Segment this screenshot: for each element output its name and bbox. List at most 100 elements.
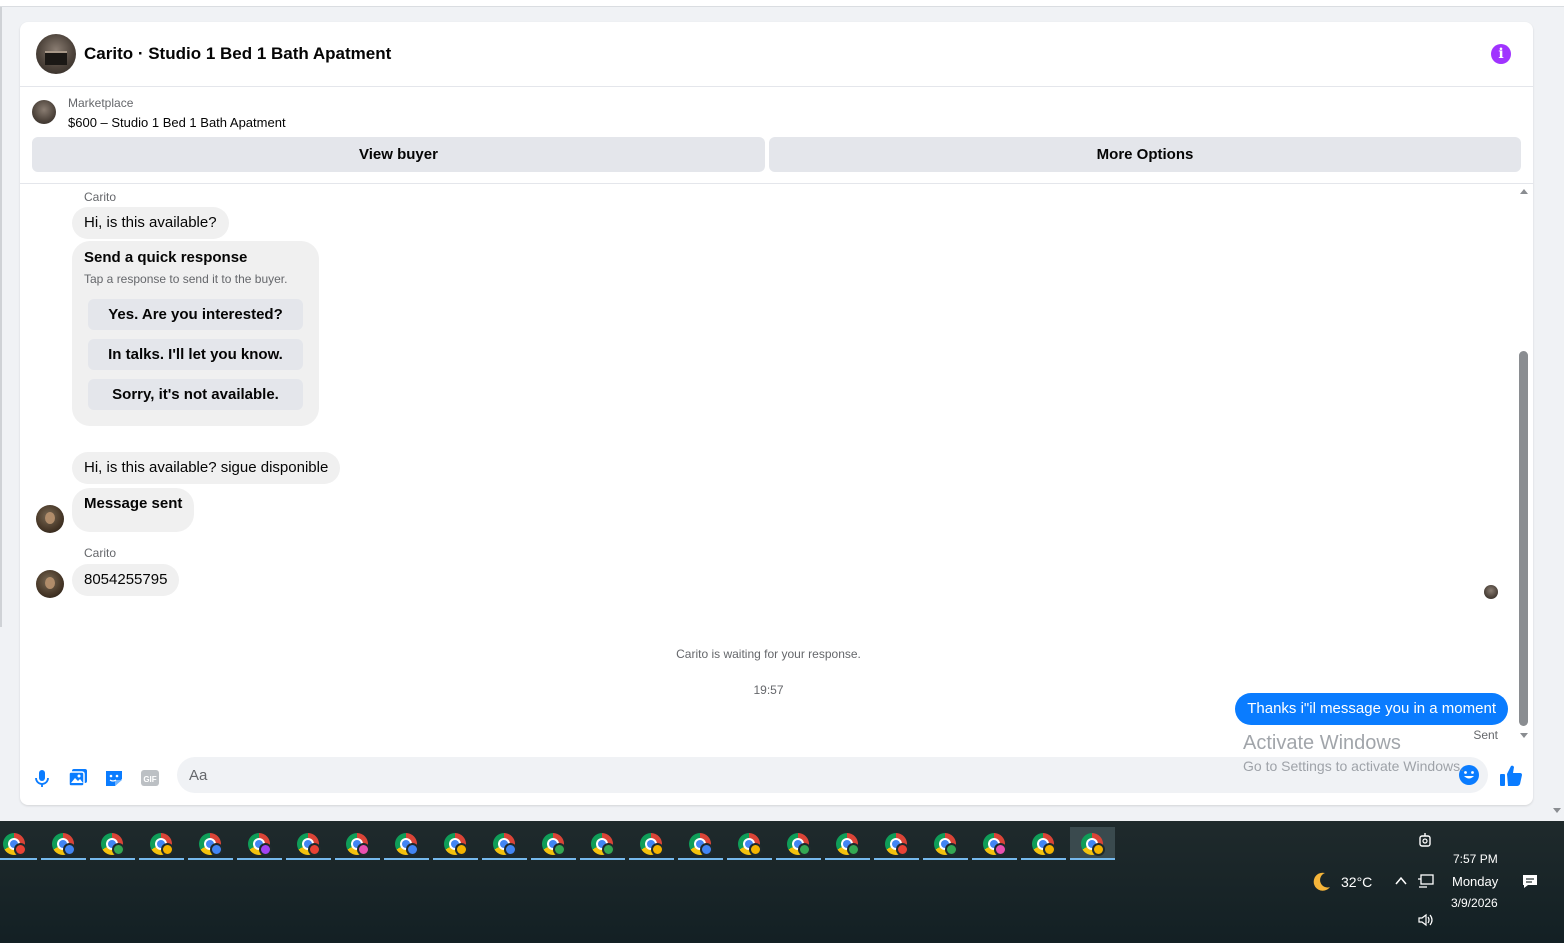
taskbar-chrome-window[interactable] <box>776 827 821 860</box>
quick-response-option[interactable]: Yes. Are you interested? <box>88 299 303 330</box>
network-icon[interactable] <box>1417 873 1435 889</box>
listing-thumbnail[interactable] <box>32 100 56 124</box>
thumbs-up-icon[interactable] <box>1498 763 1524 789</box>
quick-response-option[interactable]: In talks. I'll let you know. <box>88 339 303 370</box>
profile-badge-icon <box>455 843 468 856</box>
profile-badge-icon <box>651 843 664 856</box>
page-scrollbar[interactable] <box>1553 7 1564 820</box>
activate-windows-subtitle: Go to Settings to activate Windows. <box>1243 758 1464 774</box>
microphone-icon[interactable] <box>31 767 53 789</box>
profile-badge-icon <box>847 843 860 856</box>
profile-badge-icon <box>259 843 272 856</box>
profile-badge-icon <box>1043 843 1056 856</box>
taskbar-chrome-window[interactable] <box>237 827 282 860</box>
taskbar-chrome-window[interactable] <box>1021 827 1066 860</box>
incoming-message[interactable]: Hi, is this available? sigue disponible <box>72 452 341 484</box>
quick-response-option[interactable]: Sorry, it's not available. <box>88 379 303 410</box>
listing-title[interactable]: $600 – Studio 1 Bed 1 Bath Apatment <box>68 115 286 130</box>
profile-badge-icon <box>112 843 125 856</box>
profile-badge-icon <box>14 843 27 856</box>
conversation-title[interactable]: Carito · Studio 1 Bed 1 Bath Apatment <box>84 44 391 64</box>
taskbar-chrome-window[interactable] <box>433 827 478 860</box>
taskbar-chrome-window[interactable] <box>727 827 772 860</box>
waiting-notice: Carito is waiting for your response. <box>676 647 861 661</box>
taskbar-chrome-window[interactable] <box>580 827 625 860</box>
profile-badge-icon <box>161 843 174 856</box>
outgoing-message[interactable]: Thanks i"il message you in a moment <box>1235 693 1508 725</box>
profile-badge-icon <box>602 843 615 856</box>
weather-temperature[interactable]: 32°C <box>1341 874 1372 890</box>
incoming-message[interactable]: Hi, is this available? <box>72 207 229 239</box>
photo-icon[interactable] <box>67 767 89 789</box>
weather-moon-icon[interactable] <box>1309 870 1333 894</box>
incoming-message[interactable]: 8054255795 <box>72 564 180 596</box>
clock-date[interactable]: 3/9/2026 <box>1451 896 1498 910</box>
taskbar-chrome-window[interactable] <box>531 827 576 860</box>
notification-center-icon[interactable] <box>1521 872 1539 890</box>
page-left-edge <box>0 7 2 627</box>
scroll-up-arrow-icon[interactable] <box>1520 189 1528 194</box>
quick-response-title: Send a quick response <box>84 249 248 266</box>
conversation-header: Carito · Studio 1 Bed 1 Bath Apatment i <box>20 22 1533 87</box>
profile-badge-icon <box>210 843 223 856</box>
quick-response-subtitle: Tap a response to send it to the buyer. <box>84 272 288 286</box>
profile-badge-icon <box>994 843 1007 856</box>
info-icon[interactable]: i <box>1491 44 1511 64</box>
view-buyer-button[interactable]: View buyer <box>32 137 765 172</box>
taskbar-chrome-window[interactable] <box>1070 827 1115 860</box>
clock-time[interactable]: 7:57 PM <box>1453 852 1498 866</box>
taskbar-chrome-window[interactable] <box>923 827 968 860</box>
message-sent-bubble[interactable]: Message sent <box>72 488 195 532</box>
taskbar-chrome-window[interactable] <box>874 827 919 860</box>
message-sent-label: Message sent <box>84 495 183 512</box>
message-list[interactable]: Carito Hi, is this available? Send a qui… <box>20 185 1533 753</box>
windows-taskbar: 32°C 7:57 PM Monday 3/9/2026 <box>0 821 1564 943</box>
sender-name: Carito <box>84 546 117 560</box>
profile-badge-icon <box>896 843 909 856</box>
volume-icon[interactable] <box>1417 912 1435 928</box>
svg-text:GIF: GIF <box>143 775 156 784</box>
chevron-up-icon[interactable] <box>1394 875 1408 887</box>
taskbar-chrome-window[interactable] <box>0 827 37 860</box>
profile-badge-icon <box>504 843 517 856</box>
page-scroll-down-icon[interactable] <box>1553 808 1561 813</box>
taskbar-chrome-window[interactable] <box>678 827 723 860</box>
sticker-icon[interactable] <box>103 767 125 789</box>
message-scrollbar[interactable] <box>1516 185 1533 753</box>
meet-now-icon[interactable] <box>1417 832 1435 850</box>
taskbar-chrome-window[interactable] <box>188 827 233 860</box>
sender-avatar[interactable] <box>36 505 64 533</box>
taskbar-chrome-window[interactable] <box>335 827 380 860</box>
gif-icon[interactable]: GIF <box>139 767 161 789</box>
taskbar-chrome-window[interactable] <box>825 827 870 860</box>
taskbar-chrome-window[interactable] <box>139 827 184 860</box>
sender-avatar[interactable] <box>36 570 64 598</box>
taskbar-chrome-window[interactable] <box>972 827 1017 860</box>
profile-badge-icon <box>553 843 566 856</box>
taskbar-chrome-window[interactable] <box>41 827 86 860</box>
browser-top-strip <box>0 0 1564 7</box>
conversation-panel: Carito · Studio 1 Bed 1 Bath Apatment i … <box>20 22 1533 805</box>
profile-badge-icon <box>63 843 76 856</box>
sender-name: Carito <box>84 190 117 204</box>
listing-avatar[interactable] <box>36 34 76 74</box>
activate-windows-title: Activate Windows <box>1243 732 1401 754</box>
profile-badge-icon <box>406 843 419 856</box>
taskbar-chrome-window[interactable] <box>90 827 135 860</box>
marketplace-listing-bar: Marketplace $600 – Studio 1 Bed 1 Bath A… <box>20 88 1533 184</box>
clock-day[interactable]: Monday <box>1452 874 1498 889</box>
taskbar-chrome-window[interactable] <box>629 827 674 860</box>
profile-badge-icon <box>749 843 762 856</box>
quick-response-card: Send a quick response Tap a response to … <box>72 241 319 426</box>
scroll-thumb[interactable] <box>1519 351 1528 726</box>
taskbar-chrome-window[interactable] <box>286 827 331 860</box>
read-receipt-avatar <box>1484 585 1498 599</box>
profile-badge-icon <box>798 843 811 856</box>
more-options-button[interactable]: More Options <box>769 137 1521 172</box>
taskbar-chrome-window[interactable] <box>384 827 429 860</box>
scroll-down-arrow-icon[interactable] <box>1520 733 1528 738</box>
message-input-placeholder: Aa <box>189 767 208 784</box>
taskbar-chrome-window[interactable] <box>482 827 527 860</box>
profile-badge-icon <box>945 843 958 856</box>
profile-badge-icon <box>700 843 713 856</box>
